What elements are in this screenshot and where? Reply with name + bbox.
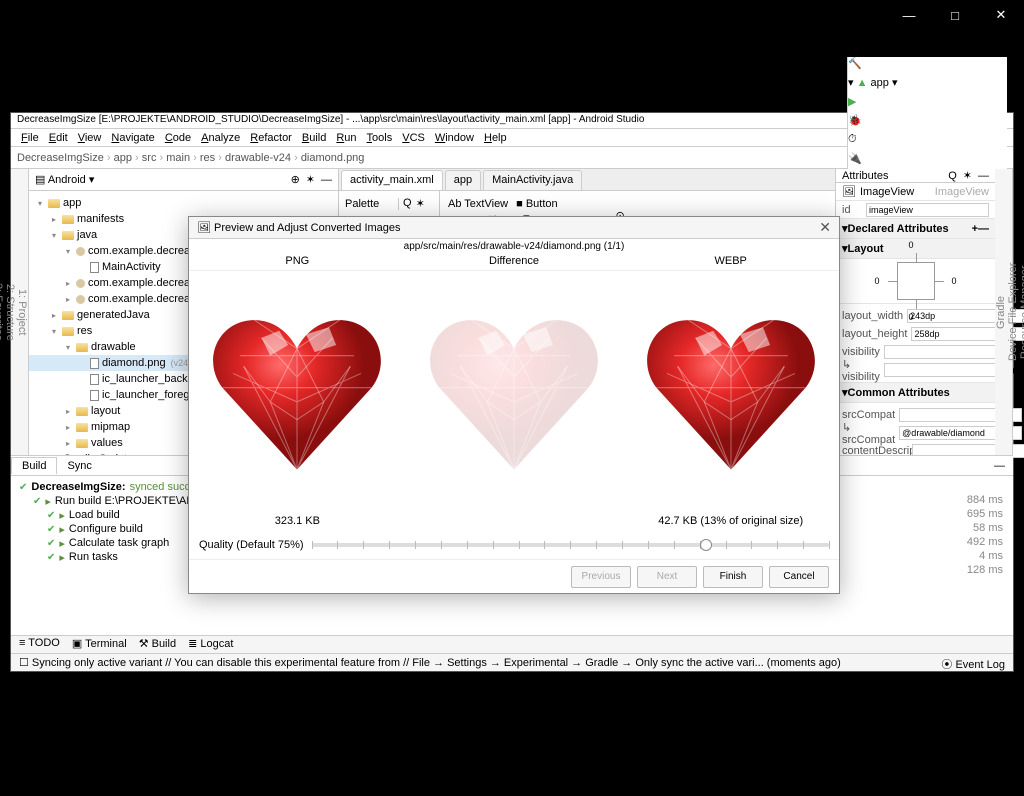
- project-hide-icon[interactable]: —: [321, 174, 332, 186]
- component-type: ImageView: [860, 186, 914, 198]
- attr-input[interactable]: [884, 345, 1007, 359]
- palette-settings-icon[interactable]: ✶: [416, 197, 425, 210]
- build-tab[interactable]: Build: [11, 457, 57, 474]
- attr-label: visibility: [842, 346, 880, 358]
- palette-search-icon[interactable]: Q: [403, 197, 412, 210]
- menu-analyze[interactable]: Analyze: [197, 132, 244, 144]
- attr-label: layout_width: [842, 310, 903, 322]
- convert-images-dialog: 🖼 Preview and Adjust Converted Images ✕ …: [188, 216, 840, 594]
- size-webp: 42.7 KB (13% of original size): [622, 515, 839, 531]
- attr-label: ↳ visibility: [842, 358, 880, 383]
- attr-id-label: id: [842, 204, 862, 216]
- menu-window[interactable]: Window: [431, 132, 478, 144]
- right-tool-tabs[interactable]: GradleDevice File ExplorerResource Manag…: [995, 169, 1013, 455]
- preview-webp: [622, 271, 839, 515]
- breadcrumb-item[interactable]: diamond.png: [301, 152, 365, 164]
- event-log-button[interactable]: ⦿ Event Log: [941, 656, 1005, 669]
- dialog-icon: 🖼: [197, 221, 211, 234]
- attr-label: srcCompat: [842, 409, 895, 421]
- build-hide-icon[interactable]: —: [986, 460, 1013, 472]
- editor-tab[interactable]: app: [445, 170, 481, 190]
- editor-tab[interactable]: activity_main.xml: [341, 170, 443, 190]
- size-png: 323.1 KB: [189, 515, 406, 531]
- slider-thumb[interactable]: [700, 539, 712, 551]
- palette-item[interactable]: Ab TextView: [448, 198, 508, 210]
- menu-file[interactable]: File: [17, 132, 43, 144]
- tool-tab[interactable]: ▣ Terminal: [72, 637, 127, 652]
- editor-tab[interactable]: MainActivity.java: [483, 170, 582, 190]
- check-icon: ✔: [19, 482, 27, 493]
- tool-tab[interactable]: ≣ Logcat: [188, 637, 233, 652]
- attr-remove-icon[interactable]: —: [978, 223, 989, 235]
- cancel-button[interactable]: Cancel: [769, 566, 829, 588]
- maximize-button[interactable]: □: [932, 0, 978, 30]
- menu-navigate[interactable]: Navigate: [107, 132, 158, 144]
- attr-id-input[interactable]: [866, 203, 989, 217]
- breadcrumb-item[interactable]: app: [114, 152, 132, 164]
- col-png: PNG: [189, 255, 406, 271]
- breadcrumb-item[interactable]: main: [166, 152, 190, 164]
- quality-label: Quality (Default 75%): [199, 539, 304, 551]
- component-class: ImageView: [935, 186, 989, 198]
- breadcrumb-item[interactable]: DecreaseImgSize: [17, 152, 104, 164]
- bottom-tool-tabs[interactable]: ≡ TODO ▣ Terminal ⚒ Build ≣ Logcat: [11, 635, 1013, 653]
- dialog-title: Preview and Adjust Converted Images: [214, 222, 401, 234]
- menu-refactor[interactable]: Refactor: [246, 132, 296, 144]
- tool-tab[interactable]: ≡ TODO: [19, 637, 60, 652]
- project-collapse-icon[interactable]: ✶: [306, 173, 315, 186]
- build-hammer-icon[interactable]: 🔨: [848, 57, 1007, 70]
- attach-icon[interactable]: 🔌: [848, 152, 1007, 165]
- attributes-pane: Attributes Q ✶ — 🖼 ImageView ImageView i…: [835, 169, 995, 455]
- layout-header[interactable]: Layout: [848, 243, 884, 255]
- palette-item[interactable]: ■ Button: [516, 198, 558, 210]
- attr-input[interactable]: [884, 363, 1007, 377]
- project-view-selector[interactable]: ▤ Android ▾: [35, 173, 94, 186]
- finish-button[interactable]: Finish: [703, 566, 763, 588]
- attr-label: ↳ srcCompat: [842, 421, 895, 446]
- menu-build[interactable]: Build: [298, 132, 330, 144]
- breadcrumb-item[interactable]: res: [200, 152, 215, 164]
- previous-button: Previous: [571, 566, 631, 588]
- menu-run[interactable]: Run: [332, 132, 360, 144]
- minimize-button[interactable]: —: [886, 0, 932, 30]
- menu-help[interactable]: Help: [480, 132, 511, 144]
- breadcrumb-item[interactable]: drawable-v24: [225, 152, 291, 164]
- menu-view[interactable]: View: [74, 132, 106, 144]
- dialog-close-icon[interactable]: ✕: [819, 219, 831, 236]
- tree-node[interactable]: ▾app: [29, 195, 338, 211]
- tool-tab[interactable]: ⚒ Build: [139, 637, 176, 652]
- attr-settings-icon[interactable]: ✶: [963, 169, 972, 182]
- project-settings-icon[interactable]: ⊕: [291, 173, 300, 186]
- menu-tools[interactable]: Tools: [363, 132, 397, 144]
- component-type-icon: 🖼: [842, 185, 856, 198]
- preview-png: [189, 271, 406, 515]
- nav-bar: DecreaseImgSize › app › src › main › res…: [11, 147, 1013, 169]
- col-webp: WEBP: [622, 255, 839, 271]
- menu-vcs[interactable]: VCS: [398, 132, 429, 144]
- next-button: Next: [637, 566, 697, 588]
- breadcrumb-item[interactable]: src: [142, 152, 157, 164]
- left-tool-tabs[interactable]: 1: Project2: Structure2: FavoritesBuild …: [11, 169, 29, 455]
- col-diff: Difference: [406, 255, 623, 271]
- status-text: ☐ Syncing only active variant // You can…: [19, 656, 841, 669]
- common-attrs-header[interactable]: Common Attributes: [848, 387, 950, 399]
- constraint-widget[interactable]: 0 0 0 0: [836, 259, 995, 304]
- declared-attrs-header[interactable]: Declared Attributes: [848, 223, 949, 235]
- palette-label: Palette: [339, 198, 399, 210]
- dialog-path: app/src/main/res/drawable-v24/diamond.pn…: [189, 239, 839, 255]
- close-button[interactable]: ✕: [978, 0, 1024, 30]
- attr-hide-icon[interactable]: —: [978, 170, 989, 182]
- quality-slider[interactable]: [312, 543, 829, 547]
- run-config-selector[interactable]: ▾ ▲ app ▾: [848, 76, 1007, 89]
- debug-icon[interactable]: 🐞: [848, 114, 1007, 127]
- menu-edit[interactable]: Edit: [45, 132, 72, 144]
- menu-code[interactable]: Code: [161, 132, 195, 144]
- preview-diff: [406, 271, 623, 515]
- sync-tab[interactable]: Sync: [57, 458, 101, 474]
- profile-icon[interactable]: ⏱: [848, 133, 1007, 146]
- attributes-title: Attributes: [842, 170, 888, 182]
- attr-label: layout_height: [842, 328, 907, 340]
- attr-search-icon[interactable]: Q: [948, 170, 957, 182]
- run-icon[interactable]: ▶: [848, 95, 1007, 108]
